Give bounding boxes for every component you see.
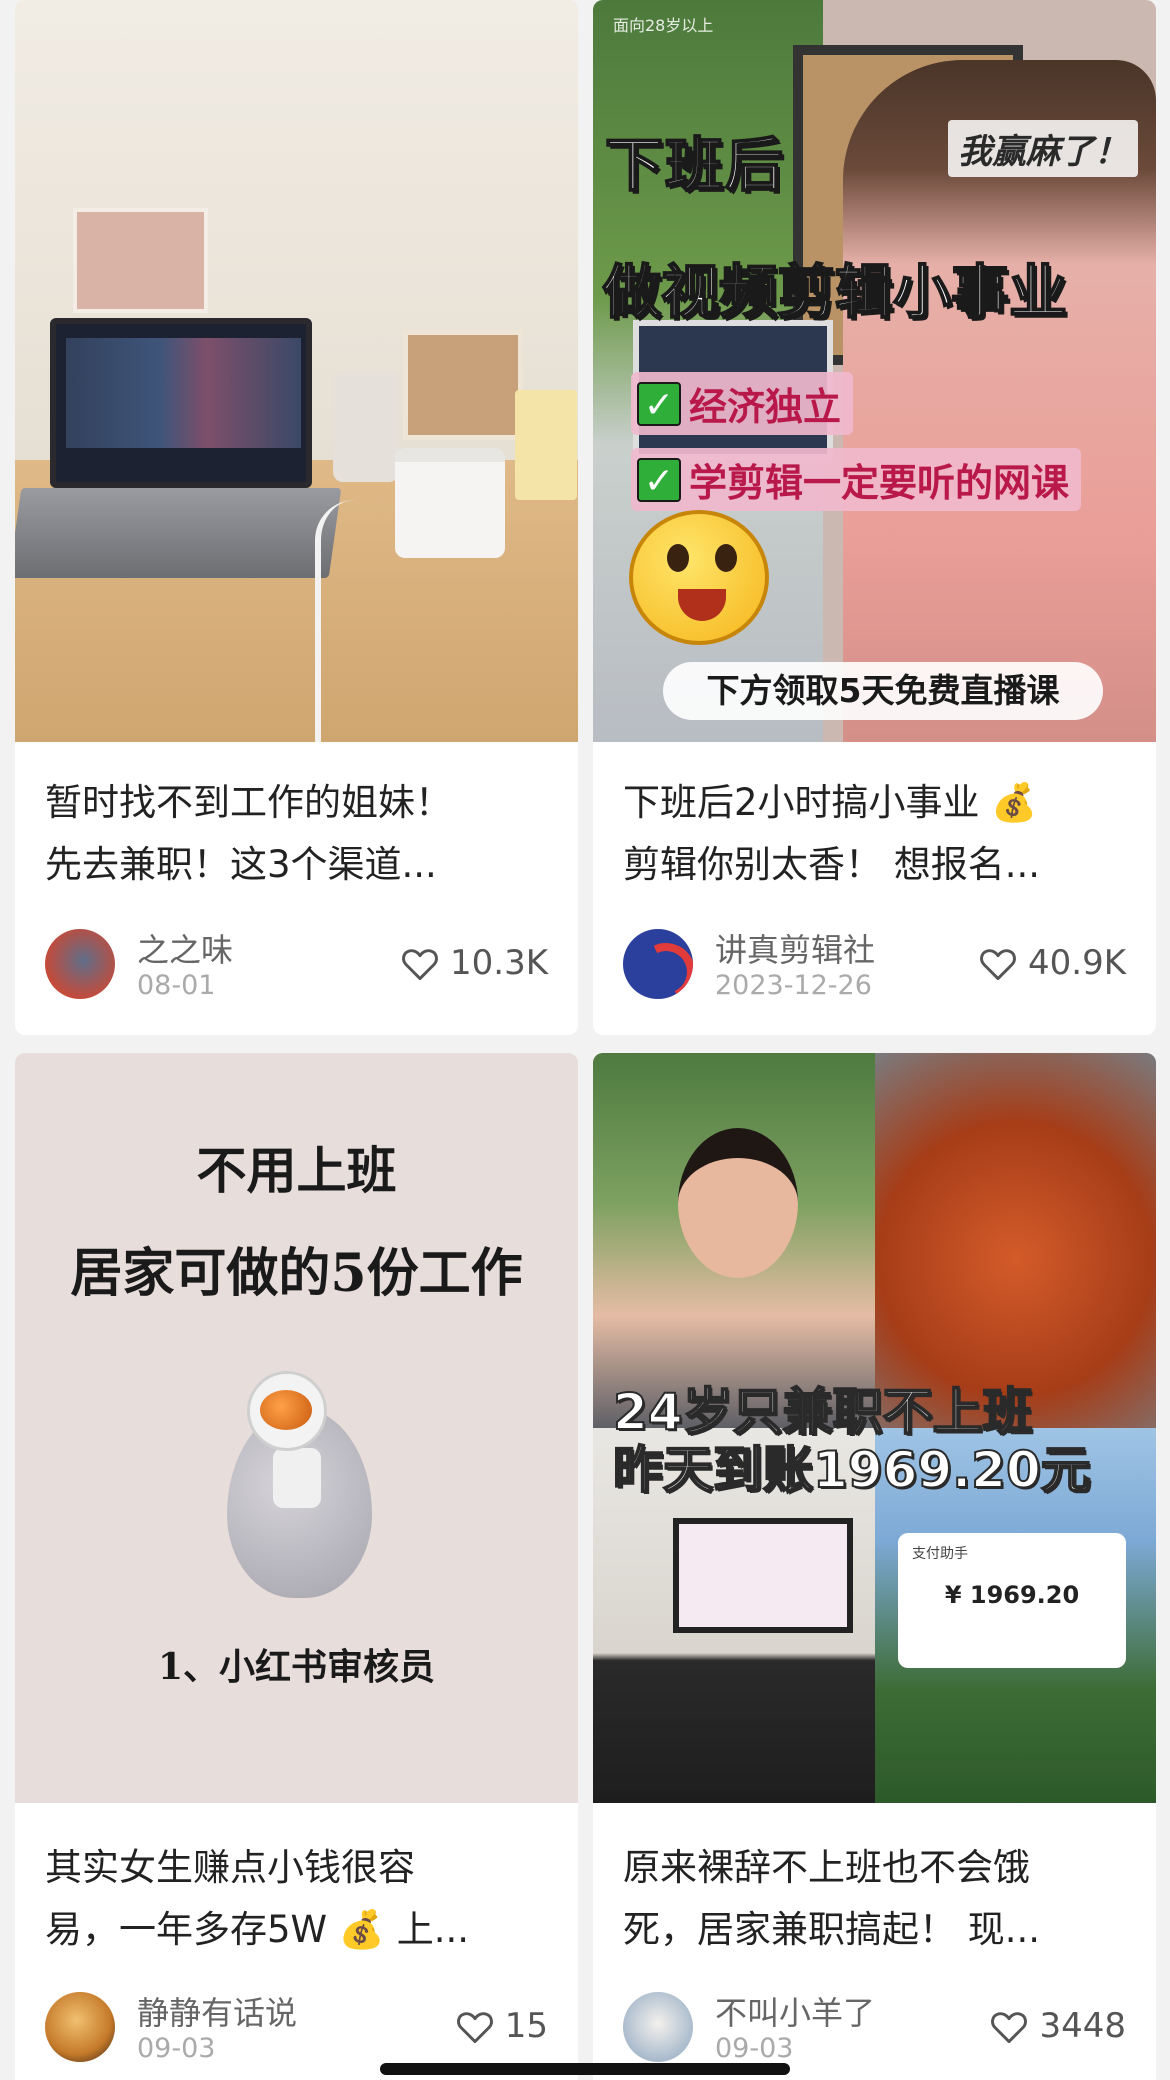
card-title[interactable]: 其实女生赚点小钱很容 易，一年多存5W 💰 上... <box>45 1837 554 1961</box>
thumb-headline: 做视频剪辑小事业 <box>602 257 1068 327</box>
card-meta: 不叫小羊了 09-03 3448 <box>623 1988 1126 2068</box>
avatar[interactable] <box>623 1992 693 2062</box>
thumb-poster <box>73 208 208 313</box>
thumb-laptop-screen <box>50 318 312 488</box>
like-count: 3448 <box>1039 2006 1126 2046</box>
checkmark-icon: ✓ <box>637 457 681 502</box>
post-date: 09-03 <box>715 2033 794 2064</box>
thumb-checklist-text: 经济独立 <box>689 385 842 429</box>
card-title-line: 原来裸辞不上班也不会饿 <box>623 1846 1030 1889</box>
thumb-laptop-base <box>15 488 342 578</box>
card-title-line: 其实女生赚点小钱很容 <box>45 1846 415 1889</box>
thumb-headline: 下班后 <box>604 130 786 200</box>
surprised-emoji-icon <box>629 510 769 645</box>
thumb-face <box>678 1128 798 1278</box>
thumb-headline: 不用上班 <box>196 1141 397 1200</box>
thumb-crab-dish <box>875 1053 1156 1428</box>
card-title[interactable]: 原来裸辞不上班也不会饿 死，居家兼职搞起！ 现... <box>623 1837 1132 1961</box>
thumb-photo-frame <box>403 330 523 440</box>
like-button[interactable]: 40.9K <box>978 943 1126 983</box>
thumb-astronaut-body <box>273 1448 321 1508</box>
like-count: 15 <box>504 2006 548 2046</box>
feed-card[interactable]: 面向28岁以上 下班后 我赢麻了！ 做视频剪辑小事业 ✓ 经济独立 ✓ 学剪辑一… <box>593 0 1156 1035</box>
post-date: 09-03 <box>137 2033 216 2064</box>
like-button[interactable]: 10.3K <box>400 943 548 983</box>
feed-card[interactable]: 暂时找不到工作的姐妹！ 先去兼职！这3个渠道... 之之味 08-01 10.3… <box>15 0 578 1035</box>
card-thumbnail[interactable]: 不用上班 居家可做的5份工作 1、小红书审核员 <box>15 1053 578 1803</box>
thumb-checklist-item: ✓ 经济独立 <box>631 372 854 435</box>
like-count: 40.9K <box>1028 943 1126 983</box>
card-meta: 之之味 08-01 10.3K <box>45 925 548 1005</box>
heart-outline-icon <box>456 2012 493 2044</box>
like-count: 10.3K <box>450 943 548 983</box>
thumb-mug <box>395 448 505 558</box>
card-thumbnail[interactable]: 支付助手 ¥ 1969.20 24岁只兼职不上班 昨天到账1969.20元 <box>593 1053 1156 1803</box>
checkmark-icon: ✓ <box>637 381 681 426</box>
thumb-caption: 1、小红书审核员 <box>157 1646 436 1688</box>
like-button[interactable]: 15 <box>455 2006 548 2046</box>
card-title-line: 暂时找不到工作的姐妹！ <box>45 781 452 824</box>
post-date: 2023-12-26 <box>715 970 872 1001</box>
feed-card[interactable]: 支付助手 ¥ 1969.20 24岁只兼职不上班 昨天到账1969.20元 原来… <box>593 1053 1156 2080</box>
receipt-title: 支付助手 <box>912 1546 968 1562</box>
card-thumbnail[interactable] <box>15 0 578 742</box>
receipt-amount: ¥ 1969.20 <box>944 1581 1080 1609</box>
thumb-overlay-line: 昨天到账1969.20元 <box>612 1440 1092 1500</box>
avatar[interactable] <box>623 929 693 999</box>
heart-outline-icon <box>980 949 1016 981</box>
avatar[interactable] <box>45 929 115 999</box>
card-meta: 静静有话说 09-03 15 <box>45 1988 548 2068</box>
card-title[interactable]: 暂时找不到工作的姐妹！ 先去兼职！这3个渠道... <box>45 772 554 896</box>
thumb-overlay-text: 24岁只兼职不上班 昨天到账1969.20元 <box>612 1382 1092 1500</box>
thumb-cable <box>315 500 405 742</box>
home-indicator[interactable] <box>380 2063 790 2075</box>
astronaut-icon <box>247 1371 327 1451</box>
heart-outline-icon <box>991 2012 1028 2044</box>
thumb-phone <box>333 372 399 482</box>
author-name[interactable]: 不叫小羊了 <box>715 1988 875 2034</box>
thumb-pen-holder <box>515 390 577 500</box>
author-name[interactable]: 之之味 <box>137 925 233 971</box>
thumb-watermark: 面向28岁以上 <box>613 16 714 35</box>
card-meta: 讲真剪辑社 2023-12-26 40.9K <box>623 925 1126 1005</box>
card-title-line: 死，居家兼职搞起！ 现... <box>623 1908 1041 1951</box>
author-name[interactable]: 静静有话说 <box>137 1988 297 2034</box>
card-title-line: 下班后2小时搞小事业 💰 <box>623 781 1038 824</box>
like-button[interactable]: 3448 <box>989 2006 1126 2046</box>
avatar[interactable] <box>45 1992 115 2062</box>
card-title-line: 易，一年多存5W 💰 上... <box>45 1908 470 1951</box>
post-date: 08-01 <box>137 970 216 1001</box>
card-title[interactable]: 下班后2小时搞小事业 💰 剪辑你别太香！ 想报名... <box>623 772 1132 896</box>
thumb-badge: 我赢麻了！ <box>948 120 1138 177</box>
card-title-line: 先去兼职！这3个渠道... <box>45 843 437 886</box>
thumb-checklist-text: 学剪辑一定要听的网课 <box>689 461 1070 505</box>
thumb-payment-receipt: 支付助手 ¥ 1969.20 <box>898 1533 1126 1668</box>
author-name[interactable]: 讲真剪辑社 <box>715 925 875 971</box>
card-thumbnail[interactable]: 面向28岁以上 下班后 我赢麻了！ 做视频剪辑小事业 ✓ 经济独立 ✓ 学剪辑一… <box>593 0 1156 742</box>
thumb-laptop-screen <box>673 1518 853 1633</box>
thumb-overlay-line: 24岁只兼职不上班 <box>612 1382 1034 1442</box>
card-title-line: 剪辑你别太香！ 想报名... <box>623 843 1041 886</box>
thumb-banner: 下方领取5天免费直播课 <box>663 662 1103 720</box>
heart-outline-icon <box>402 949 438 981</box>
thumb-headline: 居家可做的5份工作 <box>70 1243 523 1304</box>
feed-card[interactable]: 不用上班 居家可做的5份工作 1、小红书审核员 其实女生赚点小钱很容 易，一年多… <box>15 1053 578 2080</box>
thumb-checklist-item: ✓ 学剪辑一定要听的网课 <box>631 448 1082 511</box>
